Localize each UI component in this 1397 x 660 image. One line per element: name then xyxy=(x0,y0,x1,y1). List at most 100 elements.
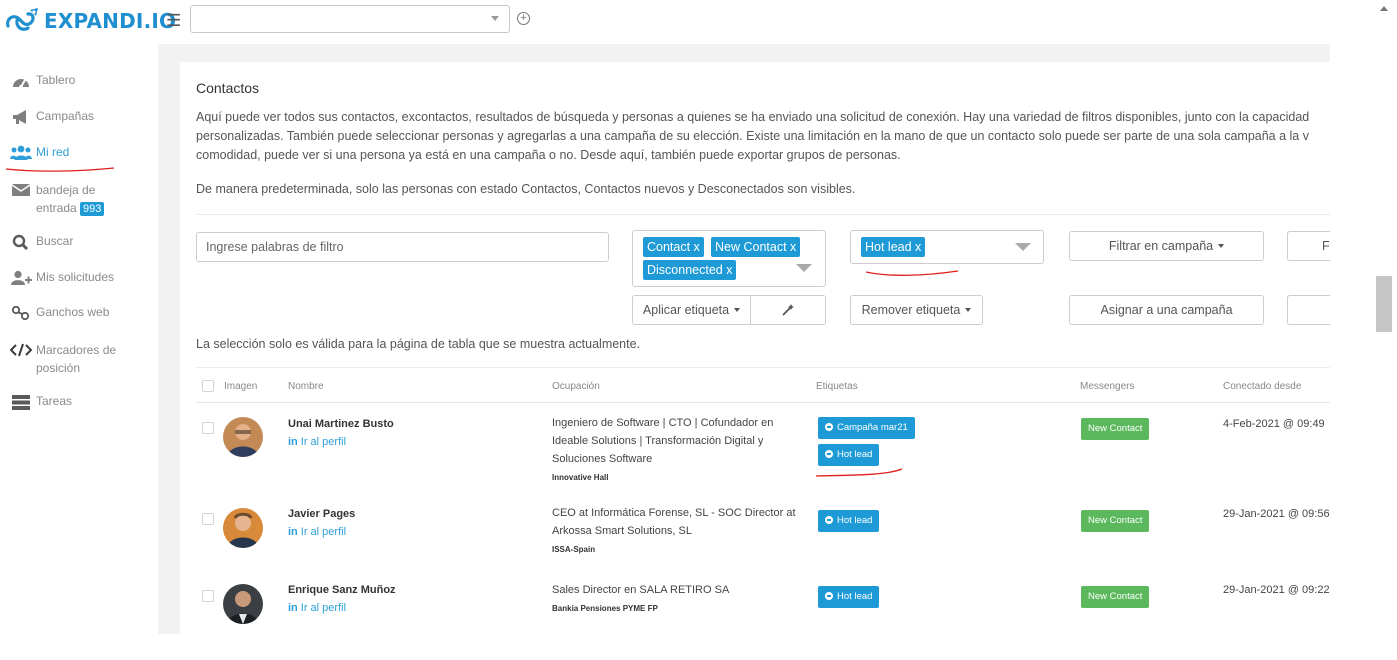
sidebar-item-label: Mis solicitudes xyxy=(36,270,115,284)
scroll-up-icon[interactable] xyxy=(1380,6,1388,11)
contacts-panel: Contactos Aquí puede ver todos sus conta… xyxy=(180,62,1330,634)
top-bar: EXPANDI.IO ☰ + xyxy=(0,0,1362,44)
sidebar-item-tablero[interactable]: Tablero xyxy=(10,73,75,89)
apply-tag-dropdown[interactable]: Aplicar etiqueta xyxy=(632,295,751,325)
contact-name[interactable]: Enrique Sanz Muñoz xyxy=(288,584,396,596)
tag-label: Campaña mar21 xyxy=(837,422,908,433)
sidebar-item-mis-solicitudes[interactable]: Mis solicitudes xyxy=(10,270,114,286)
connected-date: 4-Feb-2021 @ 09:49 xyxy=(1223,418,1325,430)
sidebar-item-label: Campañas xyxy=(36,109,95,123)
tag-badge[interactable]: Hot lead xyxy=(818,510,880,532)
company: ISSA-Spain xyxy=(552,545,596,554)
users-icon xyxy=(10,145,32,161)
sidebar-item-label: Tablero xyxy=(36,73,76,87)
label-filter-select[interactable]: Hot lead x xyxy=(850,230,1044,264)
magic-wand-button[interactable] xyxy=(750,295,826,325)
contact-name[interactable]: Unai Martinez Busto xyxy=(288,418,394,430)
apply-tag-label: Aplicar etiqueta xyxy=(642,303,730,317)
tag-label: Hot lead xyxy=(837,591,873,602)
inbox-icon xyxy=(10,182,32,198)
tag-badge[interactable]: Hot lead xyxy=(818,586,880,608)
chevron-down-icon xyxy=(1015,243,1031,251)
tag-badge[interactable]: Campaña mar21 xyxy=(818,417,915,439)
bottom-edge xyxy=(0,634,1372,660)
sidebar-item-tareas[interactable]: Tareas xyxy=(10,394,72,410)
vertical-scrollbar[interactable] xyxy=(1372,0,1397,660)
column-header-messengers[interactable]: Messengers xyxy=(1080,381,1134,392)
annotation-underline xyxy=(865,270,959,276)
sidebar-item-label: Ganchos web xyxy=(36,305,110,319)
profile-link-label: Ir al perfil xyxy=(300,436,347,448)
status-filter-select[interactable]: Contact x New Contact x Disconnected x xyxy=(632,230,826,287)
status-chip-contact[interactable]: Contact x xyxy=(643,237,704,257)
sidebar-item-label: Marcadores de posición xyxy=(36,343,117,375)
connected-date: 29-Jan-2021 @ 09:22 xyxy=(1223,584,1330,596)
sidebar-item-label: Buscar xyxy=(36,234,74,248)
column-header-conectado[interactable]: Conectado desde xyxy=(1223,381,1301,392)
messenger-status-badge: New Contact xyxy=(1081,586,1150,608)
company: Innovative Hall xyxy=(552,473,609,482)
megaphone-icon xyxy=(10,109,32,125)
search-icon xyxy=(10,234,32,250)
extra-filter-button[interactable]: F xyxy=(1287,231,1330,261)
brand-logo[interactable]: EXPANDI.IO xyxy=(4,6,176,36)
annotation-underline xyxy=(5,167,115,172)
scrollbar-thumb[interactable] xyxy=(1376,276,1392,332)
profile-link[interactable]: in Ir al perfil xyxy=(288,526,346,538)
inbox-count-badge: 993 xyxy=(80,202,105,216)
caret-down-icon xyxy=(1218,244,1225,248)
profile-link-label: Ir al perfil xyxy=(300,602,347,614)
status-chip-new-contact[interactable]: New Contact x xyxy=(711,237,801,257)
hamburger-icon[interactable]: ☰ xyxy=(166,12,181,29)
row-checkbox[interactable] xyxy=(202,422,214,434)
avatar xyxy=(223,584,263,624)
sidebar-item-buscar[interactable]: Buscar xyxy=(10,234,73,250)
remove-tag-label: Remover etiqueta xyxy=(861,303,961,317)
remove-tag-dropdown[interactable]: Remover etiqueta xyxy=(850,295,983,325)
chevron-down-icon xyxy=(796,264,812,272)
column-header-imagen[interactable]: Imagen xyxy=(224,381,257,392)
profile-link[interactable]: in Ir al perfil xyxy=(288,602,346,614)
tag-label: Hot lead xyxy=(837,515,873,526)
campaign-filter-dropdown[interactable]: Filtrar en campaña xyxy=(1069,231,1264,261)
sidebar-item-ganchos-web[interactable]: Ganchos web xyxy=(10,305,109,321)
tag-badge[interactable]: Hot lead xyxy=(818,444,880,466)
occupation: CEO at Informática Forense, SL - SOC Dir… xyxy=(552,507,796,537)
extra-action-button[interactable] xyxy=(1287,295,1330,325)
table-row: Unai Martinez Busto in Ir al perfil Ingen… xyxy=(196,403,1330,501)
label-chip-hot-lead[interactable]: Hot lead x xyxy=(861,237,926,257)
status-chip-disconnected[interactable]: Disconnected x xyxy=(643,260,737,280)
divider xyxy=(196,214,1330,215)
plus-circle-icon[interactable]: + xyxy=(517,12,530,25)
column-header-nombre[interactable]: Nombre xyxy=(288,381,324,392)
messenger-status-badge: New Contact xyxy=(1081,418,1150,440)
code-icon xyxy=(10,342,32,358)
sidebar-item-campanas[interactable]: Campañas xyxy=(10,109,94,125)
assign-campaign-button[interactable]: Asignar a una campaña xyxy=(1069,295,1264,325)
minus-circle-icon xyxy=(825,516,833,524)
minus-circle-icon xyxy=(825,592,833,600)
sidebar-item-mi-red[interactable]: Mi red xyxy=(10,145,69,161)
filter-keywords-input[interactable]: Ingrese palabras de filtro xyxy=(196,232,609,262)
annotation-underline xyxy=(815,468,903,477)
select-all-checkbox[interactable] xyxy=(202,380,214,392)
table-row: Enrique Sanz Muñoz in Ir al perfil Sales … xyxy=(196,577,1330,634)
caret-down-icon xyxy=(734,308,741,312)
description-line: personalizadas. También puede selecciona… xyxy=(196,129,1309,143)
sidebar-item-marcadores[interactable]: Marcadores de posición xyxy=(10,341,136,377)
description-line: comodidad, puede ver si una persona ya e… xyxy=(196,148,901,162)
top-select[interactable] xyxy=(190,5,510,33)
row-checkbox[interactable] xyxy=(202,513,214,525)
sidebar-item-bandeja[interactable]: bandeja de entrada 993 xyxy=(10,181,124,217)
caret-down-icon xyxy=(965,308,972,312)
profile-link[interactable]: in Ir al perfil xyxy=(288,436,346,448)
linkedin-icon: in xyxy=(288,436,298,448)
contact-name[interactable]: Javier Pages xyxy=(288,508,355,520)
tasks-icon xyxy=(10,394,32,410)
tag-label: Hot lead xyxy=(837,449,873,460)
column-header-etiquetas[interactable]: Etiquetas xyxy=(816,381,858,392)
default-visibility-note: De manera predeterminada, solo las perso… xyxy=(196,182,856,196)
page-description: Aquí puede ver todos sus contactos, exco… xyxy=(196,108,1330,165)
column-header-ocupacion[interactable]: Ocupación xyxy=(552,381,600,392)
row-checkbox[interactable] xyxy=(202,590,214,602)
